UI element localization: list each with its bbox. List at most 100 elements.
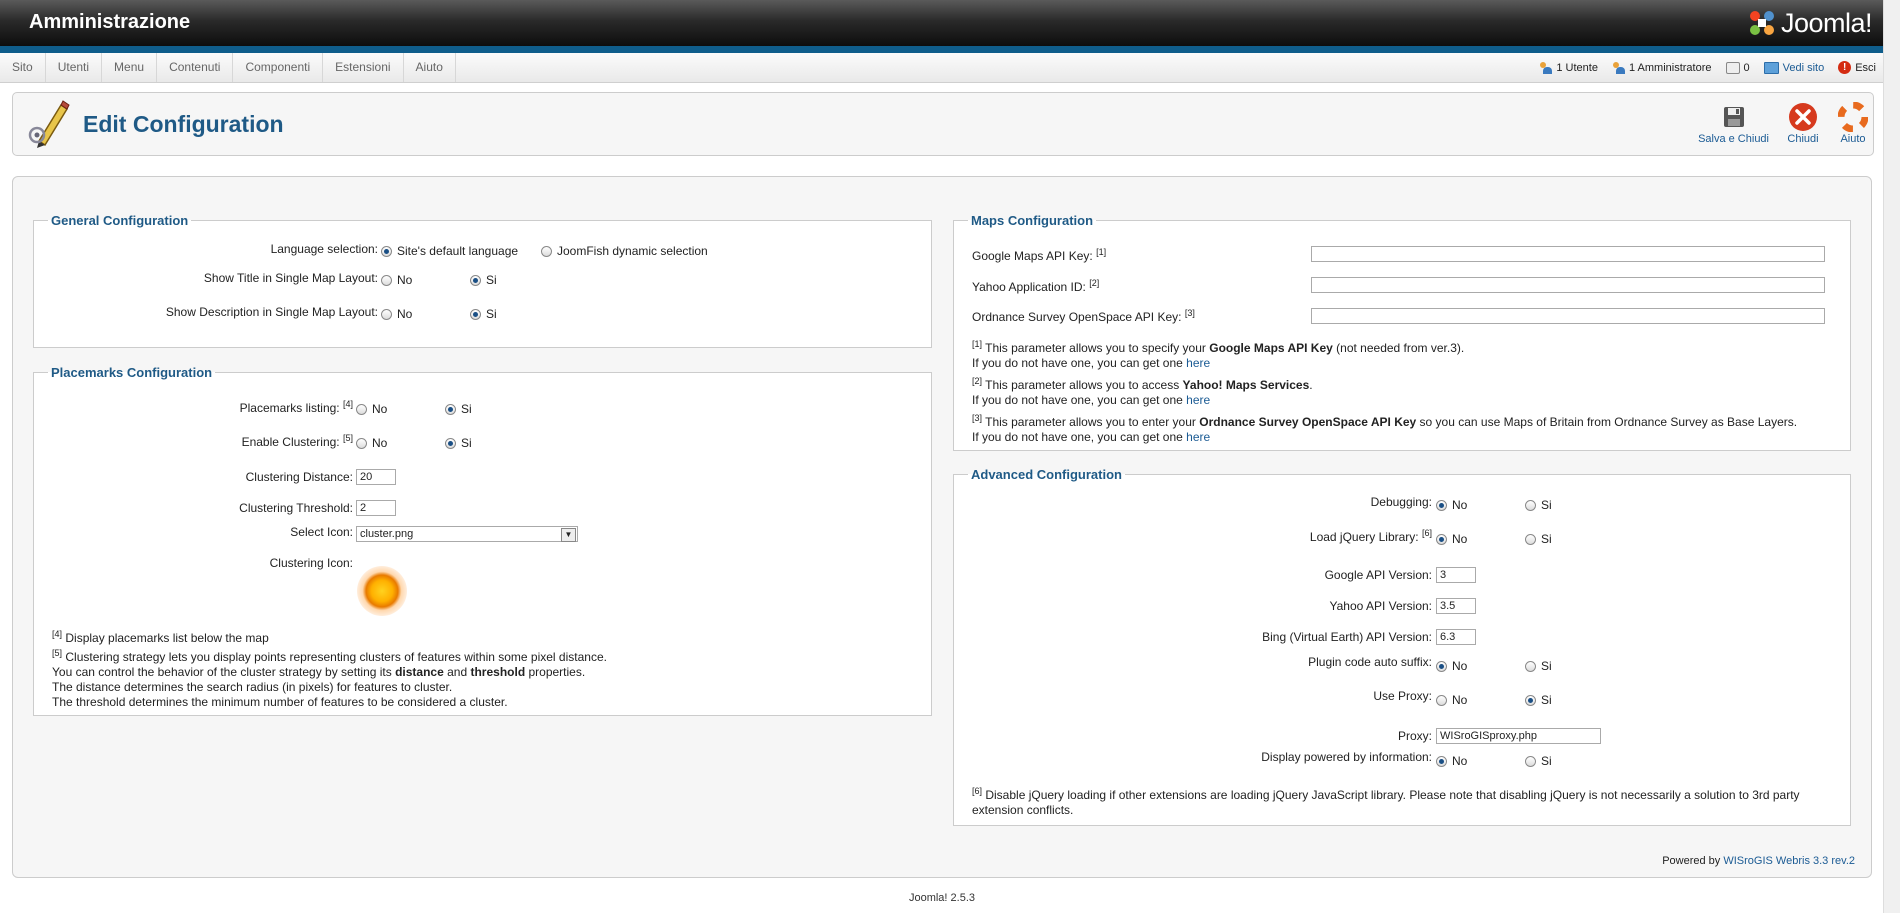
admin-header: Amministrazione Joomla! [0,0,1884,46]
google-key-here-link[interactable]: here [1186,356,1210,370]
suffix-si-label: Si [1541,659,1552,673]
auto-suffix-label: Plugin code auto suffix: [1308,655,1432,669]
clustering-no-option[interactable]: No [356,436,387,450]
language-site-default-radio[interactable] [381,245,392,257]
powered-by-link[interactable]: WISroGIS Webris 3.3 rev.2 [1723,855,1855,867]
os-key-here-link[interactable]: here [1186,430,1210,444]
view-site-icon [1763,61,1779,74]
os-openspace-key-label: Ordnance Survey OpenSpace API Key: [3] [972,308,1195,324]
save-icon [1718,101,1750,133]
menu-bar: Sito Utenti Menu Contenuti Componenti Es… [0,53,1884,83]
note5-line1: [5] Clustering strategy lets you display… [52,648,607,664]
powered-no-radio[interactable] [1436,755,1447,767]
suffix-no-option[interactable]: No [1436,659,1467,673]
lifebuoy-help-icon [1837,101,1869,133]
advanced-config-legend: Advanced Configuration [971,467,1122,482]
menu-item-componenti[interactable]: Componenti [233,53,324,82]
menu-item-sito[interactable]: Sito [0,53,46,82]
clustering-si-label: Si [461,436,472,450]
chevron-down-icon[interactable]: ▼ [561,528,576,542]
help-button[interactable]: Aiuto [1837,101,1869,145]
debug-no-radio[interactable] [1436,499,1447,511]
debug-no-label: No [1452,498,1468,512]
page-scrollbar[interactable] [1883,0,1900,913]
language-joomfish-option[interactable]: JoomFish dynamic selection [541,244,708,258]
menu-item-contenuti[interactable]: Contenuti [157,53,234,82]
powered-by: Powered by WISroGIS Webris 3.3 rev.2 [1662,855,1855,867]
suffix-si-option[interactable]: Si [1525,659,1552,673]
placemarks-listing-no-option[interactable]: No [356,402,387,416]
view-site-text[interactable]: Vedi sito [1783,62,1825,74]
yahoo-id-here-link[interactable]: here [1186,393,1210,407]
logout-link[interactable]: ! Esci [1838,61,1876,74]
select-icon-dropdown[interactable]: cluster.png ▼ [356,526,578,542]
debug-si-option[interactable]: Si [1525,498,1552,512]
clustering-distance-label: Clustering Distance: [245,470,353,484]
powered-si-radio[interactable] [1525,755,1536,767]
menu-item-estensioni[interactable]: Estensioni [323,53,404,82]
yahoo-api-version-input[interactable]: 3.5 [1436,598,1476,614]
status-users-text: 1 Utente [1556,61,1598,74]
jquery-si-option[interactable]: Si [1525,532,1552,546]
menu-item-utenti[interactable]: Utenti [46,53,103,82]
proxy-no-label: No [1452,693,1468,707]
placemarks-listing-no-label: No [372,402,388,416]
suffix-no-radio[interactable] [1436,660,1447,672]
debug-si-radio[interactable] [1525,499,1536,511]
placemarks-listing-si-radio[interactable] [445,403,456,415]
yahoo-app-id-input[interactable] [1311,277,1825,293]
show-title-si-option[interactable]: Si [470,273,497,287]
select-icon-value: cluster.png [360,528,414,540]
status-messages[interactable]: 0 [1725,61,1750,74]
show-desc-si-radio[interactable] [470,308,481,320]
show-title-no-option[interactable]: No [381,273,412,287]
header-accent-bar [0,46,1884,53]
joomla-wordmark: Joomla! [1780,7,1873,38]
show-title-si-radio[interactable] [470,274,481,286]
google-maps-key-input[interactable] [1311,246,1825,262]
show-desc-no-option[interactable]: No [381,307,412,321]
jquery-no-option[interactable]: No [1436,532,1467,546]
placemarks-listing-si-option[interactable]: Si [445,402,472,416]
show-desc-no-radio[interactable] [381,308,392,320]
proxy-no-option[interactable]: No [1436,693,1467,707]
cluster-marker-icon [357,566,407,616]
suffix-si-radio[interactable] [1525,660,1536,672]
clustering-threshold-input[interactable]: 2 [356,500,396,516]
powered-si-option[interactable]: Si [1525,754,1552,768]
proxy-no-radio[interactable] [1436,694,1447,706]
clustering-no-radio[interactable] [356,437,367,449]
save-close-button[interactable]: Salva e Chiudi [1698,101,1769,145]
jquery-si-radio[interactable] [1525,533,1536,545]
menu-item-menu[interactable]: Menu [102,53,158,82]
clustering-distance-input[interactable]: 20 [356,469,396,485]
clustering-si-option[interactable]: Si [445,436,472,450]
bing-api-version-input[interactable]: 6.3 [1436,629,1476,645]
proxy-si-option[interactable]: Si [1525,693,1552,707]
show-title-no-radio[interactable] [381,274,392,286]
admin-title: Amministrazione [29,11,191,33]
menu-item-aiuto[interactable]: Aiuto [404,53,456,82]
footer-version: Joomla! 2.5.3 [908,892,976,904]
note5-line3: The distance determines the search radiu… [52,680,453,694]
show-desc-si-option[interactable]: Si [470,307,497,321]
use-proxy-label: Use Proxy: [1373,689,1432,703]
close-button[interactable]: Chiudi [1787,101,1819,145]
powered-no-option[interactable]: No [1436,754,1467,768]
placemarks-listing-no-radio[interactable] [356,403,367,415]
proxy-si-radio[interactable] [1525,694,1536,706]
logout-text[interactable]: Esci [1855,62,1876,74]
enable-clustering-label: Enable Clustering: [5] [241,433,353,449]
proxy-input[interactable]: WISroGISproxy.php [1436,728,1601,744]
view-site-link[interactable]: Vedi sito [1763,61,1825,74]
jquery-no-radio[interactable] [1436,533,1447,545]
os-openspace-key-input[interactable] [1311,308,1825,324]
status-users: 1 Utente [1539,61,1598,74]
debug-no-option[interactable]: No [1436,498,1467,512]
yahoo-api-version-label: Yahoo API Version: [1329,599,1432,613]
language-joomfish-radio[interactable] [541,245,552,257]
language-site-default-option[interactable]: Site's default language [381,244,518,258]
debug-si-label: Si [1541,498,1552,512]
clustering-si-radio[interactable] [445,437,456,449]
google-api-version-input[interactable]: 3 [1436,567,1476,583]
